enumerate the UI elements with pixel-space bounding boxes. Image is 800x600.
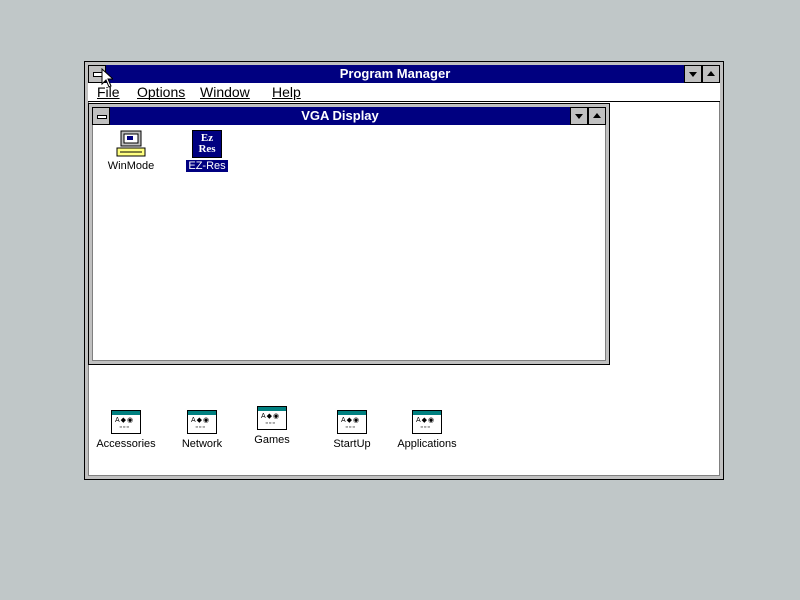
program-item-label: WinMode [107,160,155,172]
mouse-pointer-icon [101,67,115,93]
program-manager-title: Program Manager [339,66,451,81]
group-label: StartUp [333,438,371,450]
group-label: Games [254,434,290,446]
program-group-icon: A◆◉ ▫▫▫ [337,410,367,434]
group-applications[interactable]: A◆◉ ▫▫▫ Applications [387,410,467,450]
group-accessories[interactable]: A◆◉ ▫▫▫ Accessories [91,410,161,450]
group-maximize-button[interactable] [588,107,606,125]
maximize-icon [593,113,601,118]
group-minimize-button[interactable] [570,107,588,125]
group-games[interactable]: A◆◉ ▫▫▫ Games [237,406,307,446]
vga-display-titlebar[interactable]: VGA Display [110,107,570,125]
program-manager-titlebar[interactable]: Program Manager [106,65,684,83]
program-item-label: EZ-Res [186,160,228,172]
menu-window[interactable]: Window [200,83,250,101]
vga-display-window: VGA Display WinMode Ez Res EZ-Res [88,103,610,365]
minimize-button[interactable] [684,65,702,83]
maximize-icon [707,71,715,76]
monitor-icon [115,130,147,158]
system-menu-icon [97,115,107,119]
ez-res-glyph-bottom: Res [198,143,216,155]
group-label: Network [181,438,223,450]
program-item-winmode[interactable]: WinMode [101,130,161,172]
menu-options[interactable]: Options [137,83,185,101]
group-network[interactable]: A◆◉ ▫▫▫ Network [167,410,237,450]
group-label: Accessories [96,438,156,450]
program-group-icon: A◆◉ ▫▫▫ [111,410,141,434]
maximize-button[interactable] [702,65,720,83]
group-system-menu-button[interactable] [92,107,110,125]
vga-display-title: VGA Display [301,108,379,123]
group-label: Applications [397,438,457,450]
program-item-ez-res[interactable]: Ez Res EZ-Res [177,130,237,172]
program-group-icon: A◆◉ ▫▫▫ [257,406,287,430]
menu-help[interactable]: Help [272,83,301,101]
group-startup[interactable]: A◆◉ ▫▫▫ StartUp [317,410,387,450]
minimize-icon [575,114,583,119]
minimize-icon [689,72,697,77]
menu-bar: File Options Window Help [88,83,720,102]
program-group-icon: A◆◉ ▫▫▫ [412,410,442,434]
program-group-icon: A◆◉ ▫▫▫ [187,410,217,434]
ez-res-icon: Ez Res [192,130,222,158]
